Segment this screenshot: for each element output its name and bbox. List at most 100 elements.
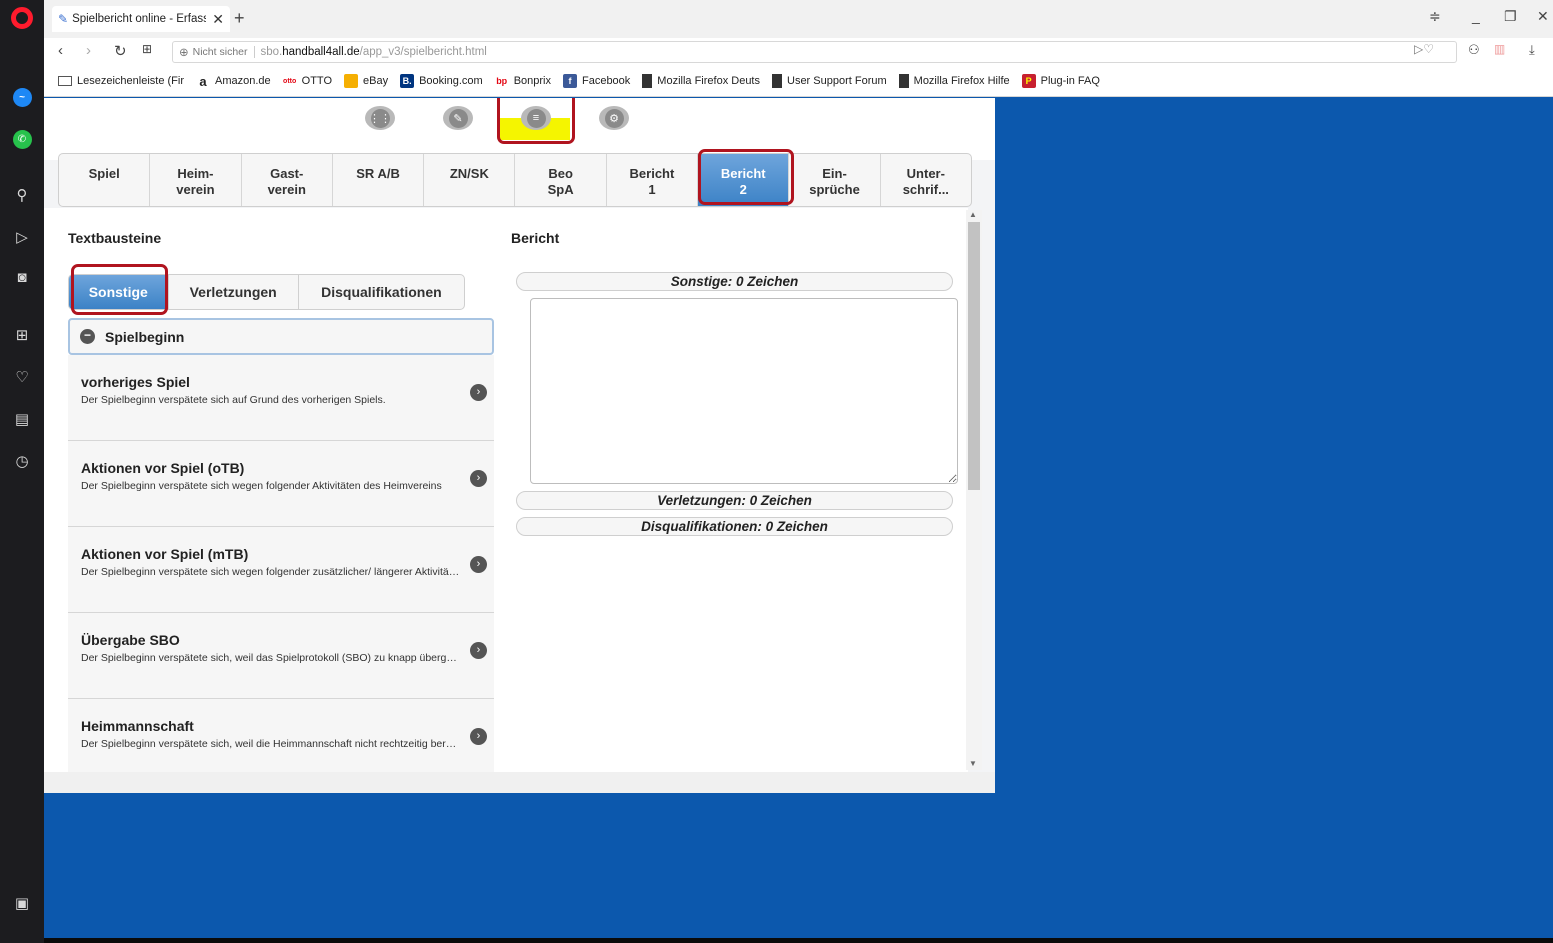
tab-menu-icon[interactable]: ≑ xyxy=(1429,8,1441,25)
tab-einsprueche[interactable]: Ein- sprüche xyxy=(789,154,881,206)
address-row: ‹ › ↻ ⊞ ⊕ Nicht sicher sbo. handball4all… xyxy=(44,38,1553,66)
scroll-down-icon[interactable]: ▼ xyxy=(969,759,977,768)
bookmark-item[interactable]: a Amazon.de xyxy=(196,74,271,89)
bookmark-label: Amazon.de xyxy=(215,75,271,87)
list-item[interactable]: Übergabe SBO Der Spielbeginn verspätete … xyxy=(68,613,494,699)
chevron-right-icon[interactable]: › xyxy=(470,642,487,659)
content-scrollbar[interactable]: ▲ ▼ xyxy=(966,210,982,770)
tab-znsk[interactable]: ZN/SK xyxy=(424,154,516,206)
highlight-frame xyxy=(497,98,575,144)
extension-icon[interactable]: ▥ xyxy=(1494,42,1505,56)
chevron-right-icon[interactable]: › xyxy=(470,728,487,745)
collapse-icon: − xyxy=(80,329,95,344)
forward-icon[interactable]: › xyxy=(86,42,91,59)
globe-icon: ⊕ xyxy=(179,47,189,59)
search-icon[interactable]: ⚲ xyxy=(9,182,35,208)
bonprix-icon: bp xyxy=(496,76,508,86)
minimize-icon[interactable]: _ xyxy=(1472,8,1480,24)
subtab-verletzungen[interactable]: Verletzungen xyxy=(169,275,299,309)
bookmark-item[interactable]: Mozilla Firefox Deuts xyxy=(642,74,760,88)
scroll-up-icon[interactable]: ▲ xyxy=(969,210,977,219)
bookmark-item[interactable]: Lesezeichenleiste (Fir xyxy=(58,75,184,87)
bookmarks-bar: Lesezeichenleiste (Fir a Amazon.de otto OT… xyxy=(44,70,1553,92)
browser-tab[interactable]: ✎ Spielbericht online - Erfass ✕ xyxy=(52,6,230,32)
folder-icon xyxy=(58,76,72,86)
plugin-icon: P xyxy=(1021,74,1036,88)
item-description: Der Spielbeginn verspätete sich, weil di… xyxy=(81,738,461,750)
tab-heimverein[interactable]: Heim- verein xyxy=(150,154,242,206)
tab-sr[interactable]: SR A/B xyxy=(333,154,425,206)
tab-strip: ✎ Spielbericht online - Erfass ✕ + ≑ _ ❐… xyxy=(44,0,1553,38)
tab-bericht-1[interactable]: Bericht 1 xyxy=(607,154,699,206)
whatsapp-icon[interactable]: ✆ xyxy=(9,126,35,152)
spielbeginn-section-header[interactable]: − Spielbeginn xyxy=(68,318,494,355)
report-textarea[interactable] xyxy=(530,298,958,484)
item-description: Der Spielbeginn verspätete sich auf Grun… xyxy=(81,394,386,406)
back-icon[interactable]: ‹ xyxy=(58,42,63,59)
booking-icon: B. xyxy=(400,74,415,88)
subtab-disqualifikationen[interactable]: Disqualifikationen xyxy=(299,275,464,309)
restore-icon[interactable]: ❐ xyxy=(1504,8,1517,25)
main-nav-tabs: Spiel Heim- verein Gast- verein SR A/B Z… xyxy=(58,153,972,207)
app-footer xyxy=(44,772,995,793)
verletzungen-counter[interactable]: Verletzungen: 0 Zeichen xyxy=(516,491,953,510)
bookmark-item[interactable]: bp Bonprix xyxy=(495,74,551,88)
disqualifikationen-counter[interactable]: Disqualifikationen: 0 Zeichen xyxy=(516,517,953,536)
opera-sidebar: ~ ✆ ⚲ ▷ ◙ ⊞ ♡ ▤ ◷ ▣ xyxy=(0,0,44,943)
edit-icon[interactable]: ✎ xyxy=(443,106,473,130)
section-title: Spielbeginn xyxy=(105,328,185,345)
sidebar-toggle-icon[interactable]: ▣ xyxy=(9,890,35,916)
account-icon[interactable]: ⚇ xyxy=(1468,42,1480,58)
scrollbar-thumb[interactable] xyxy=(968,222,980,490)
bookmark-item[interactable]: User Support Forum xyxy=(772,74,887,88)
flow-icon[interactable]: ▷♡ xyxy=(1414,42,1434,56)
list-item[interactable]: Aktionen vor Spiel (mTB) Der Spielbeginn… xyxy=(68,527,494,613)
bookmark-item[interactable]: B. Booking.com xyxy=(400,74,483,88)
list-item[interactable]: Aktionen vor Spiel (oTB) Der Spielbeginn… xyxy=(68,441,494,527)
item-title: Heimmannschaft xyxy=(81,718,194,734)
new-tab-button[interactable]: + xyxy=(234,8,245,29)
item-title: Aktionen vor Spiel (oTB) xyxy=(81,460,245,476)
url-path: /app_v3/spielbericht.html xyxy=(359,46,487,58)
tab-gastverein[interactable]: Gast- verein xyxy=(242,154,333,206)
item-title: Aktionen vor Spiel (mTB) xyxy=(81,546,249,562)
speed-dial-icon[interactable]: ⊞ xyxy=(9,322,35,348)
bookmark-label: OTTO xyxy=(301,75,333,87)
chevron-right-icon[interactable]: › xyxy=(470,470,487,487)
list-item[interactable]: vorheriges Spiel Der Spielbeginn verspät… xyxy=(68,355,494,441)
bookmark-item[interactable]: Mozilla Firefox Hilfe xyxy=(898,74,1010,88)
address-bar[interactable]: ⊕ Nicht sicher sbo. handball4all.de /app… xyxy=(172,41,1457,63)
chevron-right-icon[interactable]: › xyxy=(470,384,487,401)
bookmark-item[interactable]: P Plug-in FAQ xyxy=(1021,74,1100,88)
bookmark-label: Bonprix xyxy=(513,75,551,87)
reload-icon[interactable]: ↻ xyxy=(114,42,127,60)
tab-spiel[interactable]: Spiel xyxy=(59,154,151,206)
list-item[interactable]: Heimmannschaft Der Spielbeginn verspätet… xyxy=(68,699,494,772)
url-domain: handball4all.de xyxy=(282,46,360,58)
heart-icon[interactable]: ♡ xyxy=(9,364,35,390)
speed-dial-icon[interactable]: ⊞ xyxy=(142,42,152,56)
news-icon[interactable]: ▤ xyxy=(9,406,35,432)
close-tab-icon[interactable]: ✕ xyxy=(212,11,224,28)
bookmark-label: Plug-in FAQ xyxy=(1040,75,1100,87)
bookmark-item[interactable]: otto OTTO xyxy=(283,74,332,88)
grid-icon[interactable]: ⋮⋮ xyxy=(365,106,395,130)
tab-beo-spa[interactable]: Beo SpA xyxy=(515,154,607,206)
sonstige-counter[interactable]: Sonstige: 0 Zeichen xyxy=(516,272,953,291)
history-icon[interactable]: ◷ xyxy=(9,448,35,474)
item-title: vorheriges Spiel xyxy=(81,374,190,390)
close-window-icon[interactable]: ✕ xyxy=(1537,8,1549,25)
messenger-icon[interactable]: ~ xyxy=(9,84,35,110)
bookmark-item[interactable]: eBay xyxy=(344,74,388,88)
app-window: ⋮⋮ ✎ ≡ ⚙ Spiel Heim- verein Gast- verein… xyxy=(44,98,995,793)
settings-icon[interactable]: ⚙ xyxy=(599,106,629,130)
opera-logo-icon[interactable] xyxy=(11,7,33,29)
tab-unterschriften[interactable]: Unter- schrif... xyxy=(881,154,971,206)
send-icon[interactable]: ▷ xyxy=(9,224,35,250)
facebook-icon: f xyxy=(562,74,577,88)
download-icon[interactable]: ⤓ xyxy=(1529,42,1535,58)
camera-icon[interactable]: ◙ xyxy=(9,264,35,290)
bookmark-item[interactable]: f Facebook xyxy=(562,74,630,88)
chevron-right-icon[interactable]: › xyxy=(470,556,487,573)
bericht-heading: Bericht xyxy=(511,230,560,246)
